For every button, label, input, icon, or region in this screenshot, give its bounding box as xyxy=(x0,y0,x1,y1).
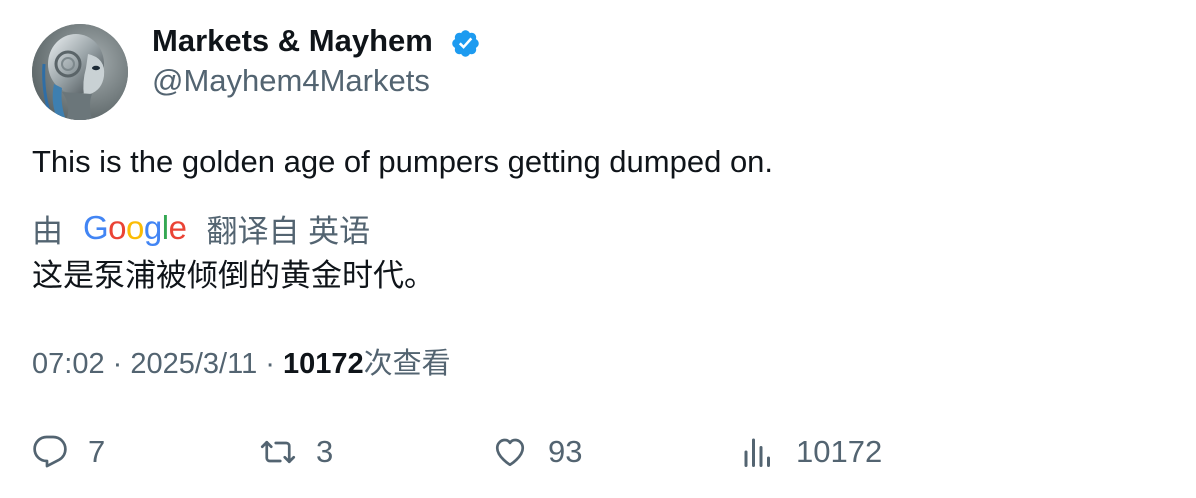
robot-portrait-icon xyxy=(32,24,128,120)
translation-prefix: 由 xyxy=(32,213,63,249)
views-action-count: 10172 xyxy=(796,434,883,469)
retweet-count: 3 xyxy=(316,434,334,469)
tweet-time[interactable]: 07:02 xyxy=(32,348,105,380)
reply-icon xyxy=(33,435,67,468)
meta-separator: · xyxy=(265,348,284,380)
google-logo: Google xyxy=(83,209,187,246)
translation-attribution: 由 Google 翻译自 英语 xyxy=(32,206,370,250)
meta-separator: · xyxy=(112,348,131,380)
like-count: 93 xyxy=(548,434,583,469)
views-label: 次查看 xyxy=(363,348,451,380)
tweet-meta: 07:02 · 2025/3/11 · 10172次查看 xyxy=(32,344,451,384)
reply-button[interactable]: 7 xyxy=(32,430,105,474)
verified-badge-icon xyxy=(452,30,479,57)
translation-source-link[interactable]: 翻译自 英语 xyxy=(206,206,370,251)
views-button[interactable]: 10172 xyxy=(740,430,882,474)
reply-count: 7 xyxy=(88,434,106,469)
heart-icon xyxy=(495,438,525,467)
tweet-date[interactable]: 2025/3/11 xyxy=(130,348,257,380)
tweet-card: Markets & Mayhem @Mayhem4Markets This is… xyxy=(0,0,1196,498)
display-name[interactable]: Markets & Mayhem xyxy=(152,22,433,60)
analytics-icon xyxy=(744,438,770,467)
tweet-text: This is the golden age of pumpers gettin… xyxy=(32,144,774,179)
retweet-button[interactable]: 3 xyxy=(260,430,333,474)
like-button[interactable]: 93 xyxy=(492,430,582,474)
views-count: 10172 xyxy=(283,348,364,380)
translated-text: 这是泵浦被倾倒的黄金时代。 xyxy=(32,258,435,293)
avatar[interactable] xyxy=(32,24,128,120)
user-handle[interactable]: @Mayhem4Markets xyxy=(152,62,430,100)
retweet-icon xyxy=(260,440,296,464)
